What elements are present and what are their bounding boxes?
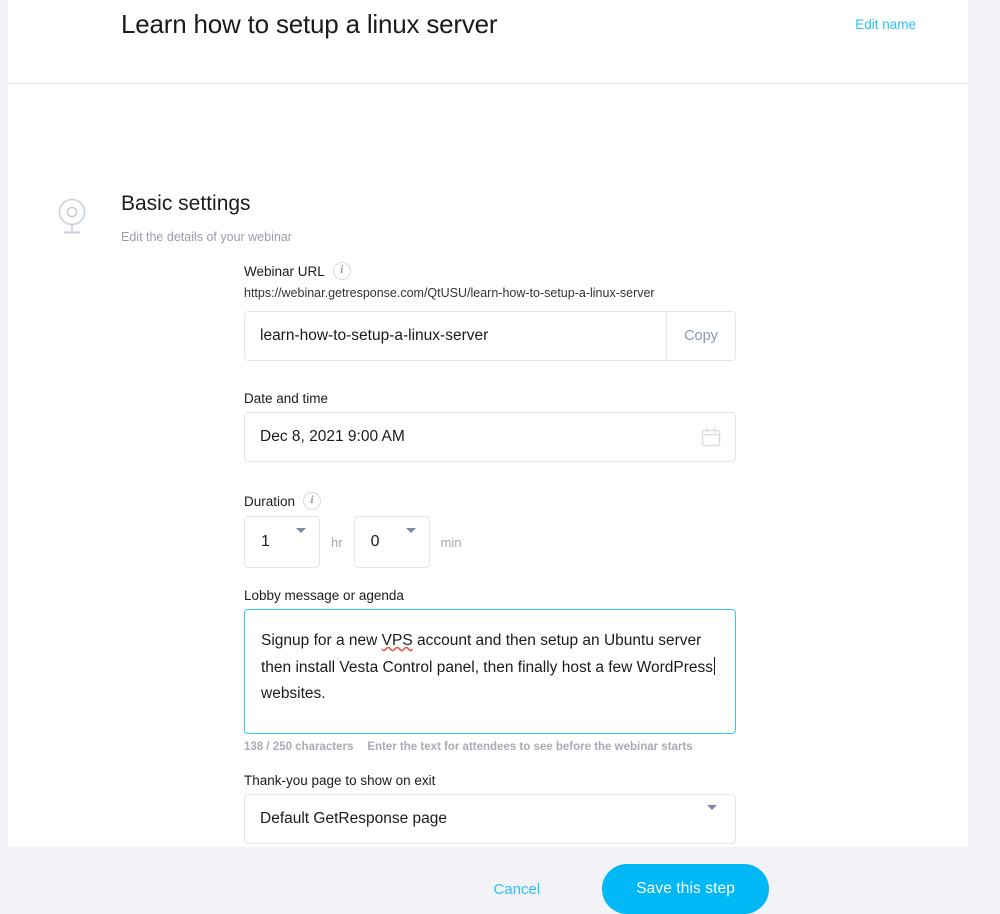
section-subtitle: Edit the details of your webinar xyxy=(121,230,292,244)
webinar-url-label: Webinar URL i xyxy=(244,262,744,280)
thank-you-page-value: Default GetResponse page xyxy=(260,810,447,827)
duration-hours-select[interactable]: 1 xyxy=(244,516,320,568)
webinar-url-preview: https://webinar.getresponse.com/QtUSU/le… xyxy=(244,286,655,300)
date-time-value: Dec 8, 2021 9:00 AM xyxy=(260,428,405,445)
date-time-input[interactable]: Dec 8, 2021 9:00 AM xyxy=(244,412,736,462)
form-footer: Cancel Save this step xyxy=(8,864,968,914)
date-time-label: Date and time xyxy=(244,391,744,406)
webinar-slug-input[interactable]: learn-how-to-setup-a-linux-server xyxy=(245,312,666,360)
duration-hours-unit: hr xyxy=(331,534,343,550)
calendar-icon[interactable] xyxy=(701,427,721,447)
page-title: Learn how to setup a linux server xyxy=(121,9,498,39)
info-icon[interactable]: i xyxy=(332,262,351,280)
lobby-message-text: Signup for a new VPS account and then se… xyxy=(261,628,719,708)
info-icon[interactable]: i xyxy=(303,492,322,510)
cancel-button[interactable]: Cancel xyxy=(494,881,541,898)
duration-minutes-unit: min xyxy=(440,534,462,550)
character-counter: 138 / 250 characters xyxy=(244,741,354,753)
lobby-text-before: Signup for a new xyxy=(261,632,382,649)
duration-label-text: Duration xyxy=(244,493,296,509)
edit-name-link[interactable]: Edit name xyxy=(855,17,916,32)
lobby-message-hint: Enter the text for attendees to see befo… xyxy=(367,741,693,753)
lobby-message-label: Lobby message or agenda xyxy=(244,588,744,603)
chevron-down-icon xyxy=(405,528,416,551)
page-header: Learn how to setup a linux server Edit n… xyxy=(8,0,968,84)
duration-minutes-select[interactable]: 0 xyxy=(353,516,430,568)
date-time-label-text: Date and time xyxy=(244,391,329,406)
lobby-message-textarea[interactable]: Signup for a new VPS account and then se… xyxy=(244,609,736,734)
lobby-message-helper: 138 / 250 characters Enter the text for … xyxy=(244,741,744,753)
thank-you-page-label: Thank-you page to show on exit xyxy=(244,773,744,788)
thank-you-page-select[interactable]: Default GetResponse page xyxy=(244,794,736,844)
webinar-url-input-row: learn-how-to-setup-a-linux-server Copy xyxy=(244,311,736,361)
duration-minutes-value: 0 xyxy=(370,533,380,550)
lobby-text-misspelled: VPS xyxy=(381,632,413,649)
lobby-message-label-text: Lobby message or agenda xyxy=(244,588,404,603)
chevron-down-icon xyxy=(296,528,306,551)
settings-body: Basic settings Edit the details of your … xyxy=(8,84,968,914)
webinar-url-label-text: Webinar URL xyxy=(244,263,325,279)
webcam-icon xyxy=(55,198,89,236)
section-title: Basic settings xyxy=(121,192,251,215)
app-page: Learn how to setup a linux server Edit n… xyxy=(8,0,968,914)
duration-row: 1 hr 0 min xyxy=(244,516,744,568)
thank-you-page-label-text: Thank-you page to show on exit xyxy=(244,773,436,788)
save-this-step-button[interactable]: Save this step xyxy=(602,864,769,914)
duration-label: Duration i xyxy=(244,492,744,510)
chevron-down-icon xyxy=(707,805,717,828)
text-cursor xyxy=(714,656,716,675)
basic-settings-form: Webinar URL i https://webinar.getrespons… xyxy=(244,262,744,844)
duration-hours-value: 1 xyxy=(261,533,270,550)
copy-button[interactable]: Copy xyxy=(666,312,735,360)
